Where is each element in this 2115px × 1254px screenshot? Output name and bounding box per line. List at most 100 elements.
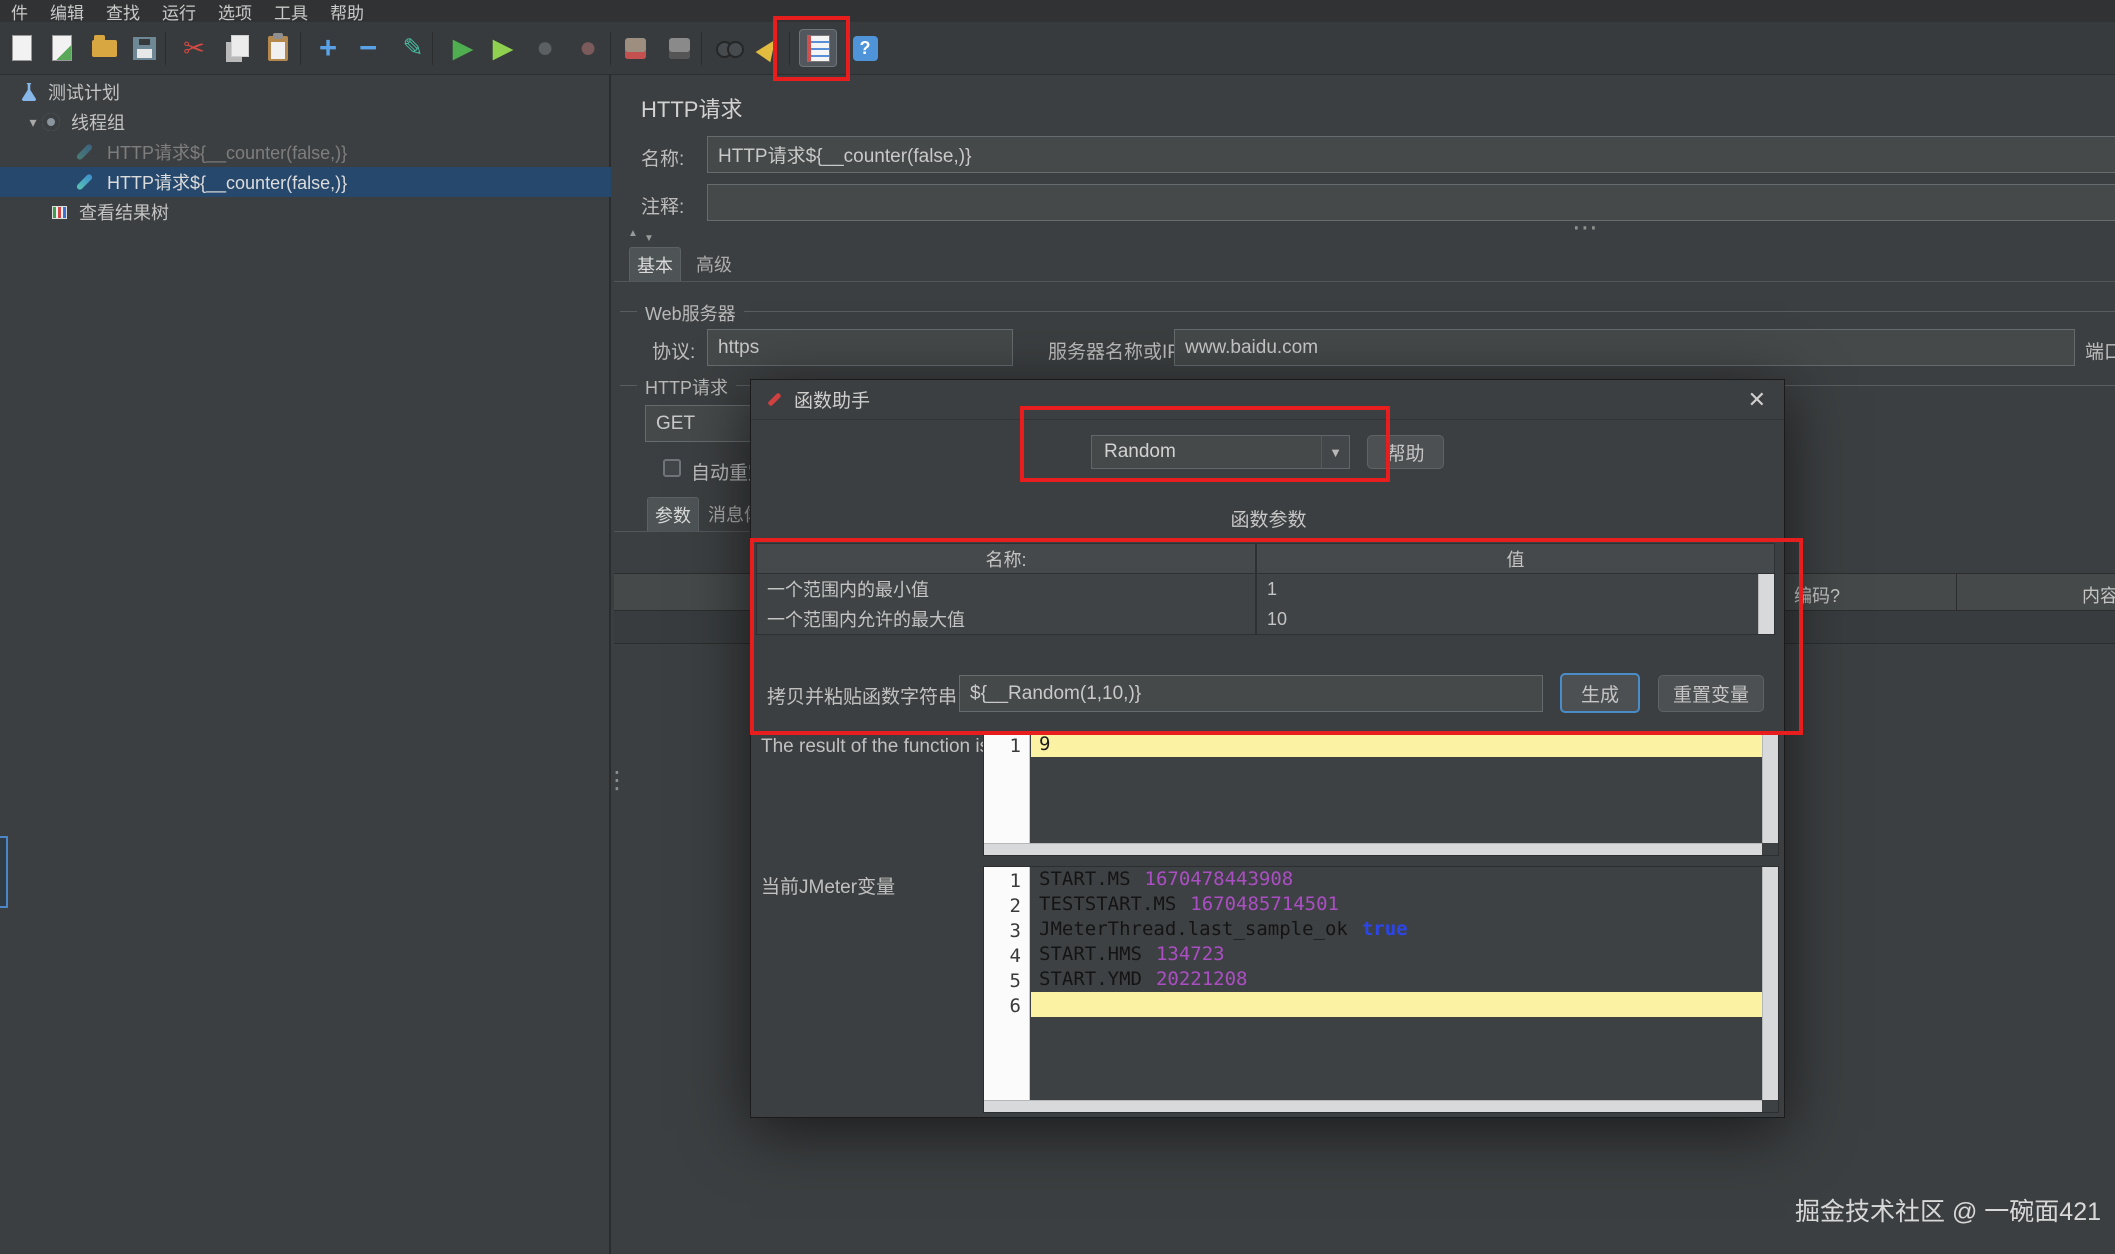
line-number: 3 — [984, 919, 1021, 944]
comment-label: 注释: — [641, 192, 684, 219]
folder-glyph — [92, 40, 117, 57]
variables-content[interactable]: START.MS 1670478443908 TESTSTART.MS 1670… — [1031, 867, 1778, 1112]
port-label: 端口 — [2085, 337, 2115, 364]
save-icon[interactable] — [125, 29, 163, 67]
line-number: 1 — [984, 734, 1021, 759]
tree-item-thread-group[interactable]: ▾ 线程组 — [0, 107, 611, 137]
shutdown-glyph: ● — [579, 31, 597, 65]
follow-redirects-checkbox[interactable] — [663, 459, 681, 477]
shutdown-icon[interactable]: ● — [569, 29, 607, 67]
variable-value: 1670478443908 — [1145, 867, 1294, 892]
variable-line: START.YMD 20221208 — [1031, 967, 1778, 992]
horizontal-scrollbar[interactable] — [984, 843, 1762, 855]
generate-button[interactable]: 生成 — [1560, 673, 1640, 713]
vertical-scrollbar[interactable] — [1762, 732, 1778, 843]
search-icon[interactable] — [711, 29, 749, 67]
collapse-all-icon[interactable]: − — [349, 29, 387, 67]
tree-item-test-plan[interactable]: 测试计划 — [0, 77, 611, 107]
help-icon[interactable]: ? — [846, 29, 884, 67]
menu-help[interactable]: 帮助 — [319, 0, 375, 24]
start-no-pauses-icon[interactable]: ▶ — [484, 29, 522, 67]
result-content[interactable]: 9 — [1031, 732, 1778, 855]
toolbar-separator — [789, 32, 790, 65]
result-editor[interactable]: 1 9 — [983, 731, 1779, 856]
param-name-header: 名称: — [756, 543, 1256, 574]
protocol-input[interactable]: https — [707, 329, 1013, 366]
horizontal-scrollbar[interactable] — [984, 1100, 1762, 1112]
cut-icon[interactable]: ✂ — [175, 29, 213, 67]
menu-search[interactable]: 查找 — [95, 0, 151, 24]
variable-name: JMeterThread.last_sample_ok — [1039, 917, 1348, 942]
function-select-value: Random — [1092, 441, 1321, 463]
new-from-template-icon[interactable] — [43, 29, 81, 67]
variable-name: TESTSTART.MS — [1039, 892, 1176, 917]
param-row-value[interactable]: 1 — [1256, 574, 1775, 605]
variable-name: START.HMS — [1039, 942, 1142, 967]
menu-file[interactable]: 件 — [0, 0, 39, 24]
tab-advanced[interactable]: 高级 — [688, 247, 740, 281]
menu-options[interactable]: 选项 — [207, 0, 263, 24]
reset-variables-button[interactable]: 重置变量 — [1658, 675, 1764, 712]
toolbar-separator — [300, 32, 301, 65]
splitter-handle[interactable]: ⋮ — [605, 766, 629, 795]
column-divider — [1956, 574, 1957, 612]
function-helper-icon[interactable] — [799, 29, 837, 67]
function-string-input[interactable]: ${__Random(1,10,)} — [959, 675, 1543, 712]
scissors-glyph: ✂ — [183, 33, 205, 64]
remote-start-glyph — [625, 38, 646, 59]
pane-expand-icon[interactable]: ▼ — [644, 233, 654, 244]
tree-item-view-results-tree[interactable]: 查看结果树 — [0, 197, 611, 227]
param-row-value[interactable]: 10 — [1256, 604, 1775, 635]
function-helper-dialog-icon — [767, 392, 781, 406]
name-label: 名称: — [641, 144, 684, 171]
variable-value: 134723 — [1156, 942, 1225, 967]
dialog-title: 函数助手 — [794, 386, 870, 413]
paste-icon[interactable] — [259, 29, 297, 67]
variable-line-current — [1031, 992, 1778, 1017]
param-row-name[interactable]: 一个范围内允许的最大值 — [756, 604, 1256, 635]
menu-tools[interactable]: 工具 — [263, 0, 319, 24]
tab-parameters[interactable]: 参数 — [647, 497, 699, 531]
variable-value: 20221208 — [1156, 967, 1248, 992]
table-scrollbar[interactable] — [1758, 574, 1774, 634]
horizontal-splitter-handle[interactable]: ⋯ — [1572, 212, 1598, 243]
open-file-icon[interactable] — [85, 29, 123, 67]
server-name-input[interactable]: www.baidu.com — [1174, 329, 2075, 366]
start-icon[interactable]: ▶ — [444, 29, 482, 67]
pencil-glyph: ✎ — [403, 33, 424, 63]
expand-all-icon[interactable]: + — [309, 29, 347, 67]
chevron-down-icon[interactable]: ▼ — [1321, 436, 1349, 468]
name-input[interactable]: HTTP请求${__counter(false,)} — [707, 136, 2115, 173]
column-encoding: 编码? — [1774, 582, 1860, 608]
variable-value: true — [1362, 917, 1408, 942]
chevron-down-icon[interactable]: ▾ — [24, 114, 42, 131]
remote-shutdown-all-icon[interactable] — [660, 29, 698, 67]
dialog-title-bar[interactable]: 函数助手 ✕ — [751, 380, 1784, 420]
protocol-label: 协议: — [652, 337, 695, 364]
function-select[interactable]: Random ▼ — [1091, 435, 1350, 469]
server-name-label: 服务器名称或IP: — [1048, 337, 1185, 364]
tree-item-http-request-disabled[interactable]: HTTP请求${__counter(false,)} — [0, 137, 611, 167]
method-select[interactable]: GET — [645, 405, 751, 442]
search-reset-icon[interactable] — [750, 29, 788, 67]
toggle-element-icon[interactable]: ✎ — [394, 29, 432, 67]
stop-icon[interactable]: ● — [526, 29, 564, 67]
tab-basic[interactable]: 基本 — [629, 247, 681, 281]
new-file-icon[interactable] — [3, 29, 41, 67]
help-button[interactable]: 帮助 — [1367, 435, 1444, 469]
variables-editor[interactable]: 1 2 3 4 5 6 START.MS 1670478443908 TESTS… — [983, 866, 1779, 1113]
vertical-scrollbar[interactable] — [1762, 867, 1778, 1100]
menu-run[interactable]: 运行 — [151, 0, 207, 24]
comment-input[interactable] — [707, 184, 2115, 221]
pane-collapse-icon[interactable]: ▲ — [628, 228, 638, 239]
menu-edit[interactable]: 编辑 — [39, 0, 95, 24]
tree-item-http-request-selected[interactable]: HTTP请求${__counter(false,)} — [0, 167, 611, 197]
tree-item-label: 测试计划 — [48, 79, 120, 105]
close-icon[interactable]: ✕ — [1748, 387, 1766, 413]
current-variables-label: 当前JMeter变量 — [761, 872, 895, 899]
remote-start-all-icon[interactable] — [616, 29, 654, 67]
stop-glyph: ● — [536, 31, 554, 65]
copy-icon[interactable] — [218, 29, 256, 67]
param-row-name[interactable]: 一个范围内的最小值 — [756, 574, 1256, 605]
web-server-section-title: Web服务器 — [637, 300, 744, 326]
